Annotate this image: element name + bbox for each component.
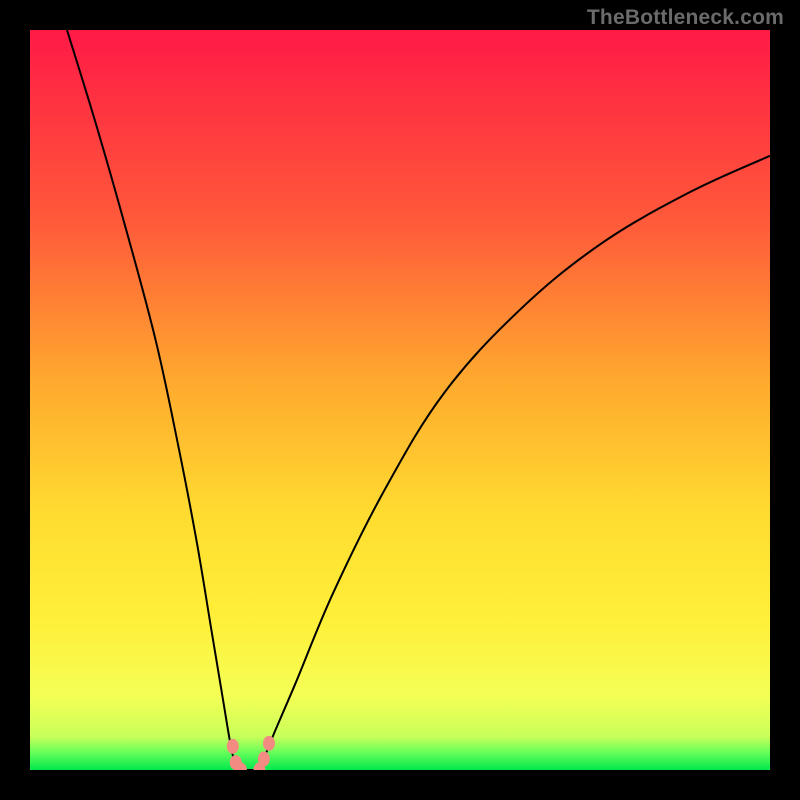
watermark-text: TheBottleneck.com xyxy=(587,6,784,30)
right-marker-lower xyxy=(258,751,270,766)
bottleneck-plot xyxy=(30,30,770,770)
chart-stage: TheBottleneck.com xyxy=(0,0,800,800)
gradient-background xyxy=(30,30,770,770)
left-marker-upper xyxy=(227,739,239,754)
right-marker-upper xyxy=(263,736,275,751)
